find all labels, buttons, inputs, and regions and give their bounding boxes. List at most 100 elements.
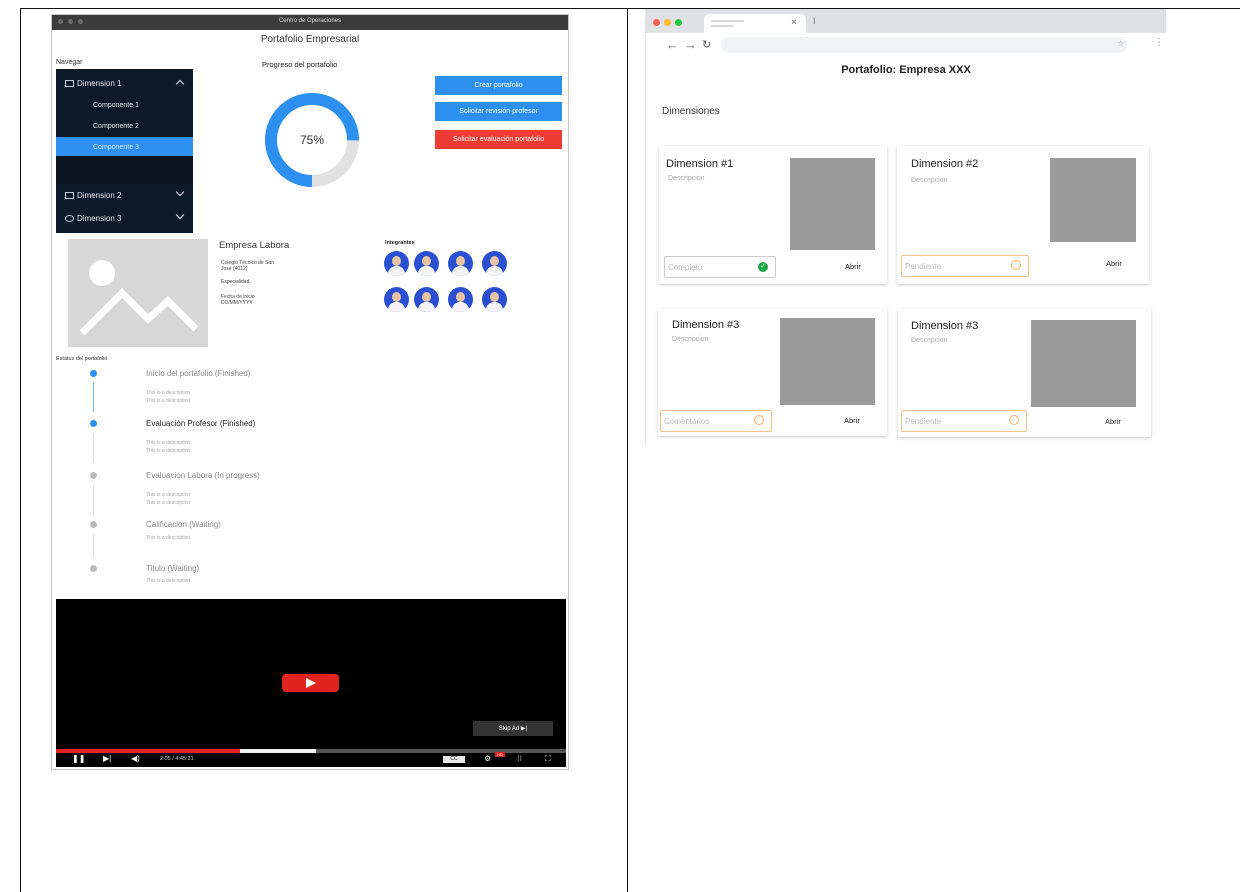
- card-image-placeholder: [780, 318, 875, 405]
- next-icon[interactable]: ▶|: [103, 754, 111, 763]
- card-image-placeholder: [790, 158, 875, 250]
- captions-button[interactable]: CC: [443, 756, 465, 763]
- volume-icon[interactable]: ◀): [131, 754, 140, 763]
- pause-icon[interactable]: ❚❚: [72, 754, 85, 763]
- company-start-value: DD/MM/YYYY: [221, 300, 253, 306]
- status-text: Completo: [668, 262, 703, 272]
- timeline-connector: [93, 433, 94, 463]
- dimension-card: Dimension #3 Descripcion Pendiente ! Abr…: [898, 309, 1151, 437]
- nav-item-label: Dimension 1: [77, 78, 122, 88]
- request-portfolio-evaluation-button[interactable]: Solicitar evaluación portafolio: [435, 130, 562, 149]
- timeline-dot-done: [90, 420, 97, 427]
- company-name: Empresa Labora: [219, 240, 290, 251]
- members-label: Integrantes: [385, 240, 415, 246]
- company-school: Colegio Técnico de San José (4012): [221, 260, 274, 272]
- fullscreen-icon[interactable]: ⛶: [545, 754, 551, 764]
- card-title: Dimension #1: [666, 158, 734, 170]
- miniplayer-icon[interactable]: ⁝⁝: [517, 754, 522, 763]
- card-title: Dimension #3: [672, 319, 740, 331]
- warning-circle-icon: !: [1009, 415, 1019, 425]
- play-button[interactable]: [282, 674, 339, 692]
- divider: [627, 8, 628, 892]
- nav-item-dimension-2[interactable]: Dimension 2: [56, 185, 193, 205]
- avatar[interactable]: [482, 287, 507, 312]
- timeline-step-title: Calificacion (Waiting): [146, 520, 221, 529]
- gear-icon: [65, 214, 74, 222]
- progress-value: 75%: [300, 133, 324, 147]
- open-button[interactable]: Abrir: [845, 262, 861, 271]
- video-played: [56, 749, 240, 753]
- maximize-window-icon[interactable]: [675, 19, 682, 26]
- timeline-step-desc: This is a description: [146, 535, 191, 541]
- nav-label: Navegar: [56, 59, 83, 66]
- check-circle-icon: ✓: [758, 262, 768, 272]
- back-arrow-icon[interactable]: ←: [666, 37, 679, 52]
- status-text: Comentarios: [664, 416, 710, 426]
- video-player[interactable]: Skip Ad ▶| ❚❚ ▶| ◀) 2:05 / 4:45:21 CC ⚙ …: [56, 599, 566, 767]
- open-button[interactable]: Abrir: [1105, 417, 1121, 426]
- status-section-title: Estatus del portafolio: [56, 356, 108, 362]
- avatar[interactable]: [448, 251, 473, 276]
- status-field[interactable]: Pendiente !: [901, 255, 1029, 277]
- card-description: Descripcion: [911, 337, 948, 344]
- tab-bar: × I: [646, 9, 1166, 33]
- image-placeholder-icon: [79, 260, 199, 336]
- avatar[interactable]: [414, 251, 439, 276]
- timeline-step-desc: This is a description: [146, 500, 191, 506]
- timeline-step-title: Evaluacion Labora (In progress): [146, 471, 260, 480]
- reload-icon[interactable]: ↻: [702, 38, 711, 51]
- nav-subitem-componente-1[interactable]: Componente 1: [56, 95, 193, 115]
- timeline-step-desc: This is a description: [146, 492, 191, 498]
- settings-gear-icon[interactable]: ⚙: [484, 754, 491, 763]
- status-field[interactable]: Completo ✓: [664, 256, 776, 278]
- nav-item-dimension-1[interactable]: Dimension 1: [56, 73, 193, 93]
- timeline-step-desc: This is a description: [146, 448, 191, 454]
- mail-icon: [65, 79, 74, 87]
- avatar[interactable]: [414, 287, 439, 312]
- card-image-placeholder: [1050, 158, 1136, 242]
- card-description: Descripcion: [672, 336, 709, 343]
- section-title: Dimensiones: [662, 106, 720, 117]
- avatar[interactable]: [482, 251, 507, 276]
- video-progress-bar[interactable]: [56, 749, 566, 753]
- timeline-step-desc: This is a description: [146, 440, 191, 446]
- page-title: Portafolio Empresarial: [260, 34, 360, 45]
- new-tab-icon[interactable]: I: [813, 16, 816, 26]
- nav-subitem-componente-3[interactable]: Componente 3: [56, 137, 193, 157]
- close-window-icon[interactable]: [653, 19, 660, 26]
- create-portfolio-button[interactable]: Crear portafolio: [435, 76, 562, 95]
- nav-item-label: Dimension 3: [77, 213, 122, 223]
- browser-menu-icon[interactable]: ⋮: [1154, 37, 1164, 48]
- timeline-step-title: Evaluación Profesor (Finished): [146, 419, 256, 428]
- forward-arrow-icon[interactable]: →: [684, 37, 697, 52]
- timeline-step-title: Inicio del portafolio (Finished): [146, 369, 251, 378]
- minimize-window-icon[interactable]: [664, 19, 671, 26]
- avatar[interactable]: [384, 251, 409, 276]
- avatar[interactable]: [448, 287, 473, 312]
- status-text: Pendiente: [905, 261, 942, 271]
- avatar[interactable]: [384, 287, 409, 312]
- navigation-panel: Dimension 1 Componente 1 Componente 2 Co…: [56, 69, 193, 233]
- skip-ad-label: Skip Ad: [498, 725, 520, 732]
- bookmark-star-icon[interactable]: ☆: [1117, 39, 1124, 48]
- status-field[interactable]: Comentarios !: [660, 410, 772, 432]
- timeline-dot-done: [90, 370, 97, 377]
- grid-icon: [65, 191, 74, 199]
- request-teacher-review-button[interactable]: Solicitar revisión profesor: [435, 102, 562, 121]
- status-field[interactable]: Pendiente !: [901, 410, 1027, 432]
- status-text: Pendiente: [905, 416, 942, 426]
- video-time: 2:05 / 4:45:21: [160, 756, 194, 762]
- company-image-placeholder: [68, 239, 208, 347]
- open-button[interactable]: Abrir: [844, 416, 860, 425]
- open-button[interactable]: Abrir: [1106, 259, 1122, 268]
- warning-circle-icon: !: [754, 415, 764, 425]
- nav-item-dimension-3[interactable]: Dimension 3: [56, 208, 193, 228]
- close-tab-icon[interactable]: ×: [791, 17, 797, 28]
- chevron-up-icon: [175, 79, 185, 89]
- operations-window: Centro de Operaciones Portafolio Empresa…: [51, 14, 569, 770]
- url-input[interactable]: [721, 37, 1127, 53]
- nav-subitem-componente-2[interactable]: Componente 2: [56, 116, 193, 136]
- card-title: Dimension #3: [911, 320, 979, 332]
- timeline-step-desc: This is a description: [146, 398, 191, 404]
- skip-ad-button[interactable]: Skip Ad ▶|: [473, 721, 553, 736]
